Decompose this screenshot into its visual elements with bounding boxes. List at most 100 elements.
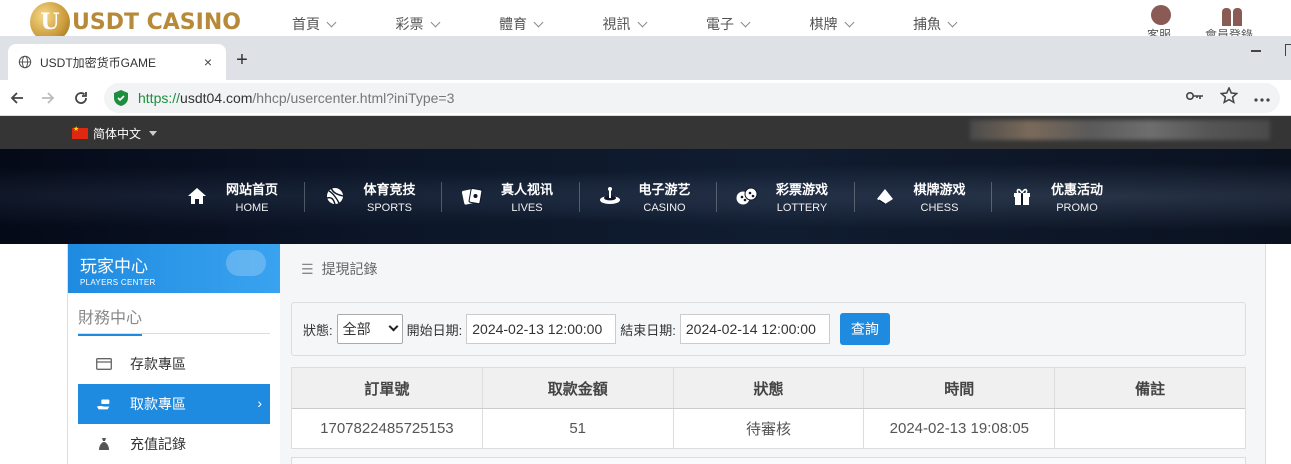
chevron-down-icon	[637, 17, 647, 27]
dice-icon	[736, 185, 758, 207]
bg-nav-label: 體育	[499, 16, 527, 32]
withdrawal-table: 訂單號 取款金額 狀態 時間 備註 1707822485725153 51 待審…	[291, 367, 1246, 449]
status-label: 狀態:	[303, 322, 333, 338]
bg-nav-item-live[interactable]: 視訊	[603, 14, 707, 34]
cards-icon	[461, 185, 483, 207]
secure-shield-icon	[114, 90, 128, 106]
browser-tab[interactable]: USDT加密货币GAME ×	[8, 44, 226, 80]
bg-nav-label: 彩票	[395, 16, 424, 32]
withdraw-icon	[96, 397, 112, 411]
nav-label-cn: 优惠活动	[1051, 181, 1104, 197]
cell-order-no: 1707822485725153	[292, 409, 483, 448]
cell-status: 待審核	[674, 409, 865, 448]
nav-label-en: LIVES	[511, 201, 543, 214]
finance-section-header: 財務中心	[78, 301, 270, 336]
roulette-icon	[599, 185, 621, 207]
forward-button[interactable]	[33, 83, 63, 113]
url-text: https://usdt04.com/hhcp/usercenter.html?…	[138, 90, 454, 106]
key-icon[interactable]	[1185, 89, 1204, 107]
more-icon[interactable]	[1254, 89, 1270, 107]
sidebar: 玩家中心 PLAYERS CENTER 財務中心 存款專區 取款專區 › 充值記…	[67, 244, 280, 464]
star-icon[interactable]	[1219, 86, 1239, 109]
main-nav-banner: 网站首页 HOME 体育竞技 SPORTS 真人视讯 LIVES 电子游艺 CASINO…	[0, 149, 1291, 244]
page-title-bar: ☰ 提現記錄	[280, 244, 1265, 294]
cell-remark	[1055, 409, 1245, 448]
sidebar-item-deposit[interactable]: 存款專區	[78, 344, 270, 384]
web-page: 简体中文 网站首页 HOME 体育竞技 SPORTS 真人视讯 LIVES	[0, 116, 1291, 464]
main-nav: 网站首页 HOME 体育竞技 SPORTS 真人视讯 LIVES 电子游艺 CASINO…	[180, 174, 1143, 218]
table-header-row: 訂單號 取款金額 狀態 時間 備註	[292, 368, 1245, 408]
caret-down-icon	[149, 131, 158, 136]
sidebar-item-withdraw[interactable]: 取款專區 ›	[78, 384, 270, 424]
nav-label-en: SPORTS	[366, 201, 413, 214]
nav-sports[interactable]: 体育竞技 SPORTS	[303, 174, 456, 218]
top-bar: 简体中文	[0, 116, 1291, 149]
arrow-left-icon	[10, 92, 23, 104]
nav-label-en: PROMO	[1056, 201, 1098, 214]
bg-nav-item-fishing[interactable]: 捕魚	[913, 14, 1017, 34]
back-button[interactable]	[2, 83, 32, 113]
chat-icon[interactable]	[1151, 5, 1171, 25]
nav-casino[interactable]: 电子游艺 CASINO	[578, 174, 731, 218]
member-icon[interactable]	[1220, 4, 1244, 26]
bg-nav-item-sports[interactable]: 體育	[499, 14, 603, 34]
chevron-down-icon	[740, 17, 751, 27]
language-label: 简体中文	[93, 127, 142, 141]
sidebar-item-recharge-record[interactable]: 充值記錄	[78, 424, 270, 464]
minimize-icon[interactable]	[1251, 50, 1261, 52]
start-date-label: 開始日期:	[406, 322, 463, 338]
chevron-down-icon	[326, 17, 337, 27]
nav-lives[interactable]: 真人视讯 LIVES	[441, 174, 593, 218]
sidebar-item-label: 取款專區	[130, 396, 186, 412]
gamepad-icon	[226, 250, 266, 276]
blurred-account-info	[970, 120, 1270, 140]
new-tab-button[interactable]: +	[232, 50, 252, 70]
nav-label-cn: 网站首页	[226, 181, 279, 197]
bg-nav-item-chess[interactable]: 棋牌	[810, 14, 914, 34]
end-date-input[interactable]: 2024-02-14 12:00:00	[679, 314, 830, 344]
bg-nav-label: 視訊	[602, 16, 631, 32]
arrow-right-icon	[42, 92, 55, 104]
sidebar-item-label: 存款專區	[130, 356, 186, 372]
query-button[interactable]: 查詢	[839, 313, 890, 345]
players-center-subtitle: PLAYERS CENTER	[80, 278, 156, 287]
nav-label-cn: 彩票游戏	[776, 181, 829, 197]
bg-nav-item-home[interactable]: 首頁	[292, 14, 396, 34]
nav-label-en: CASINO	[643, 201, 686, 214]
china-flag-icon	[72, 125, 88, 139]
ball-icon	[324, 185, 346, 207]
bg-nav-item-lottery[interactable]: 彩票	[396, 14, 500, 34]
finance-section-title: 財務中心	[78, 304, 143, 336]
home-icon	[186, 185, 208, 207]
reload-icon	[75, 92, 87, 104]
nav-chess[interactable]: 棋牌游戏 CHESS	[853, 174, 1006, 218]
column-header-order-no: 訂單號	[292, 368, 483, 408]
reload-button[interactable]	[66, 83, 96, 113]
moneybag-icon	[96, 437, 112, 451]
page-title: 提現記錄	[321, 261, 378, 277]
address-bar[interactable]: https://usdt04.com/hhcp/usercenter.html?…	[104, 83, 1280, 113]
nav-lottery[interactable]: 彩票游戏 LOTTERY	[716, 174, 868, 218]
menu-icon: ☰	[301, 260, 314, 277]
bg-nav-item-slots[interactable]: 電子	[706, 14, 810, 34]
url-host: usdt04.com	[180, 90, 253, 106]
cell-time: 2024-02-13 19:08:05	[864, 409, 1056, 448]
chevron-down-icon	[844, 17, 854, 27]
column-header-status: 狀態	[674, 368, 865, 408]
status-select-value: 全部	[342, 321, 371, 337]
nav-label-cn: 棋牌游戏	[913, 181, 966, 197]
logo-text: USDT CASINO	[72, 9, 241, 35]
chips-icon	[874, 185, 896, 207]
nav-home[interactable]: 网站首页 HOME	[180, 174, 318, 218]
chevron-down-icon	[388, 321, 399, 332]
status-select[interactable]: 全部	[336, 314, 403, 344]
nav-promo[interactable]: 优惠活动 PROMO	[991, 174, 1143, 218]
pagination-panel-edge	[291, 457, 1246, 464]
close-tab-icon[interactable]: ×	[200, 54, 216, 70]
nav-label-cn: 电子游艺	[638, 181, 691, 197]
column-header-time: 時間	[864, 368, 1056, 408]
start-date-input[interactable]: 2024-02-13 12:00:00	[466, 314, 617, 344]
tab-bar: USDT加密货币GAME × +	[0, 36, 1291, 80]
maximize-icon[interactable]	[1285, 44, 1291, 56]
language-selector[interactable]: 简体中文	[72, 125, 158, 142]
